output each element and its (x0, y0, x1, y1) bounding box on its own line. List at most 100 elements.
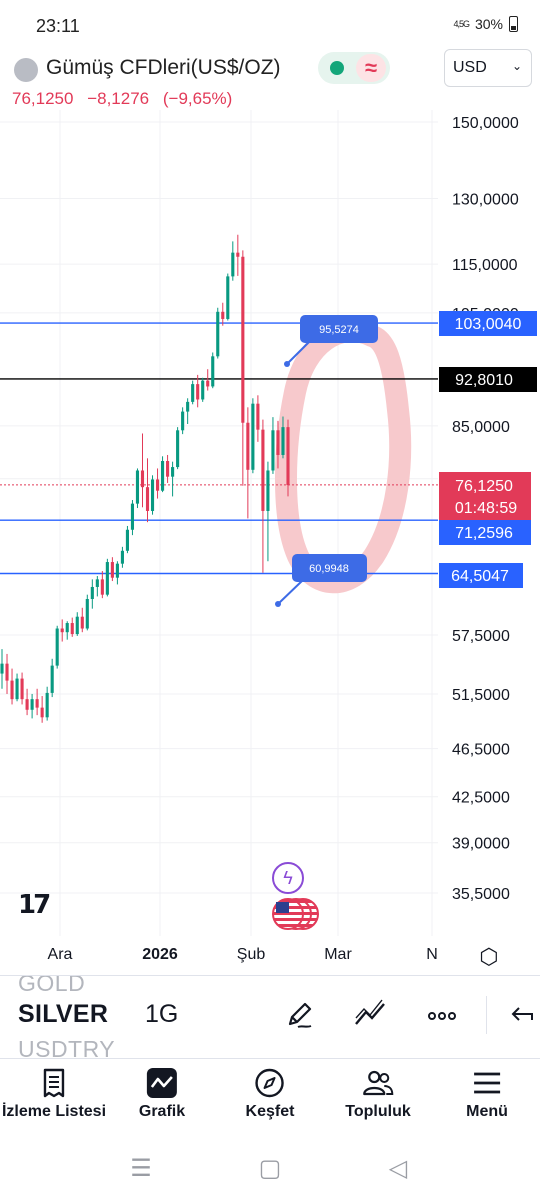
candle-body (20, 678, 24, 700)
candle-body (171, 467, 175, 477)
level-64-label: 64,5047 (451, 568, 509, 585)
candle-body (150, 479, 155, 511)
price-tick-label: 35,5000 (452, 886, 510, 903)
home-icon[interactable]: ▢ (259, 1154, 282, 1183)
interval-button[interactable]: 1G (145, 1000, 178, 1029)
trend-line-icon[interactable] (350, 998, 390, 1034)
toolbar-divider (486, 996, 487, 1034)
time-label-2026: 2026 (142, 946, 178, 963)
nav-community[interactable]: Topluluk (345, 1059, 411, 1139)
candle-body (80, 616, 84, 629)
nav-menu-label: Menü (466, 1103, 508, 1120)
nav-watchlist[interactable]: İzleme Listesi (2, 1059, 106, 1139)
lightning-event-icon[interactable]: ϟ (272, 862, 304, 894)
bottom-navigation: İzleme Listesi Grafik Keşfet Topluluk Me… (0, 1058, 540, 1138)
chart-settings-icon[interactable]: ⬡ (479, 944, 498, 970)
candle-body (206, 380, 210, 387)
time-label-mar: Mar (324, 946, 352, 963)
menu-icon (474, 1072, 500, 1094)
price-tick-label: 46,5000 (452, 742, 510, 759)
candle-body (75, 616, 79, 635)
nav-explore-label: Keşfet (245, 1103, 295, 1120)
prev-symbol[interactable]: GOLD (18, 976, 85, 997)
candle-body (266, 470, 270, 511)
candle-body (231, 252, 235, 277)
candle-body (176, 430, 180, 468)
price-tick-label: 150,0000 (452, 115, 519, 132)
more-options-icon[interactable] (422, 998, 462, 1034)
nav-menu[interactable]: Menü (466, 1059, 508, 1139)
candle-body (211, 356, 215, 387)
callout-lower-label: 60,9948 (309, 563, 349, 575)
candle-body (50, 665, 54, 693)
price-axis-labels: 103,0040 92,8010 76,1250 01:48:59 71,259… (439, 311, 537, 588)
price-chart[interactable]: 95,5274 60,9948 150,0000 130,0000 115,0000… (0, 0, 540, 936)
candle-body (256, 403, 260, 430)
candle-body (110, 562, 114, 578)
candle-body (95, 579, 99, 587)
candle-body (15, 678, 19, 700)
candle-body (161, 460, 165, 491)
candle-body (191, 384, 195, 402)
horizontal-levels (0, 322, 438, 575)
candle-body (155, 479, 160, 491)
nav-chart[interactable]: Grafik (139, 1059, 185, 1139)
candle-body (226, 276, 230, 319)
candle-body (261, 429, 265, 511)
next-symbol[interactable]: USDTRY (18, 1036, 115, 1058)
candle-body (120, 550, 124, 564)
candle-body (125, 529, 129, 551)
price-tick-label: 115,0000 (452, 257, 518, 274)
nav-chart-label: Grafik (138, 1103, 186, 1120)
candle-body (10, 680, 14, 700)
candle-body (135, 470, 140, 504)
tradingview-logo[interactable]: 17 (18, 890, 51, 920)
current-symbol[interactable]: SILVER (18, 1000, 108, 1029)
candle-body (145, 487, 150, 511)
candle-body (30, 699, 34, 710)
undo-icon[interactable] (506, 998, 536, 1034)
price-tick-label: 39,0000 (452, 836, 510, 853)
candle-body (216, 311, 220, 357)
candle-body (85, 599, 89, 629)
level-103-label: 103,0040 (455, 316, 522, 333)
time-label-n: N (426, 946, 438, 963)
candle-body (130, 503, 135, 530)
us-events-flag-icon[interactable] (272, 898, 319, 932)
price-tick-label: 130,0000 (452, 192, 519, 209)
level-71-label: 71,2596 (455, 525, 513, 542)
watchlist-icon (43, 1068, 65, 1098)
candle-body (5, 663, 9, 681)
drawn-ellipse-annotation (275, 320, 412, 594)
chart-grid (0, 110, 438, 936)
candle-body (281, 427, 285, 455)
time-label-sub: Şub (236, 946, 266, 963)
candle-body (241, 256, 245, 423)
candle-body (115, 563, 119, 578)
nav-watchlist-label: İzleme Listesi (1, 1103, 107, 1120)
nav-explore[interactable]: Keşfet (245, 1059, 295, 1139)
symbol-toolbar: GOLD SILVER USDTRY 1G (0, 976, 540, 1058)
price-tick-label: 51,5000 (452, 687, 510, 704)
candle-body (65, 623, 69, 633)
candle-body (60, 628, 64, 633)
candle-body (100, 579, 104, 595)
candle-body (35, 699, 39, 708)
community-icon (362, 1070, 394, 1096)
time-axis[interactable]: Ara 2026 Şub Mar N ⬡ (0, 936, 540, 976)
callout-upper-label: 95,5274 (319, 324, 359, 336)
price-tick-label: 42,5000 (452, 790, 510, 807)
nav-community-label: Topluluk (345, 1103, 411, 1120)
candle-body (251, 403, 255, 470)
candle-body (186, 401, 190, 412)
candle-body (70, 623, 74, 635)
candle-body (201, 380, 205, 400)
pen-draw-icon[interactable] (280, 998, 320, 1034)
candle-body (286, 427, 290, 486)
candle-body (166, 460, 170, 477)
compass-icon (255, 1068, 285, 1098)
recent-apps-icon[interactable]: ☰ (130, 1154, 152, 1183)
price-tick-label: 57,5000 (452, 628, 510, 645)
back-icon[interactable]: ◁ (389, 1154, 407, 1183)
candle-body (221, 311, 225, 319)
